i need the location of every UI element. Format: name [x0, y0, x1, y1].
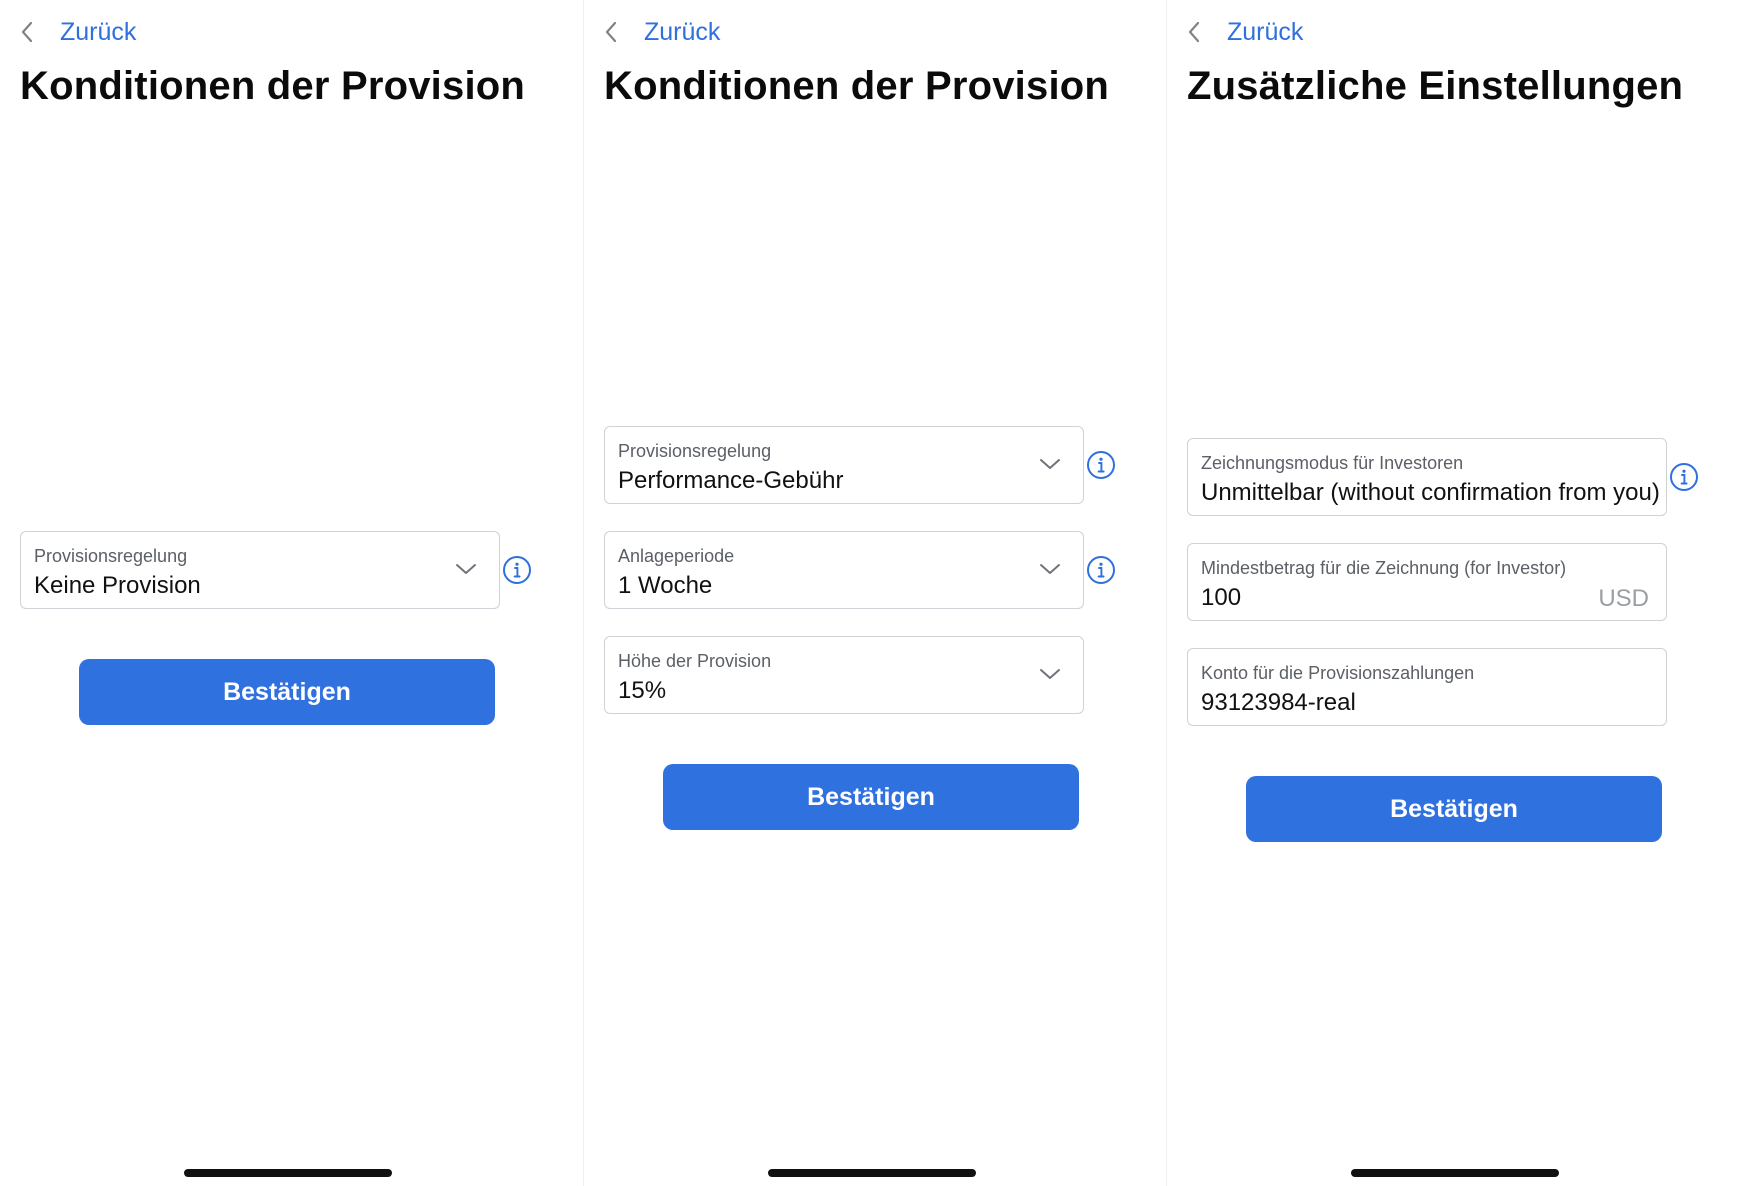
field-value: Keine Provision [34, 572, 201, 599]
subscription-mode-select[interactable]: Zeichnungsmodus für Investoren Unmittelb… [1187, 438, 1667, 516]
chevron-down-icon [1040, 459, 1060, 469]
field-value: Unmittelbar (without confirmation from y… [1201, 479, 1660, 506]
chevron-down-icon [1040, 669, 1060, 679]
chevron-down-icon [456, 564, 476, 574]
back-label: Zurück [644, 17, 721, 46]
commission-account-select[interactable]: Konto für die Provisionszahlungen 931239… [1187, 648, 1667, 726]
info-icon[interactable] [1086, 555, 1116, 585]
commission-amount-select[interactable]: Höhe der Provision 15% [604, 636, 1084, 714]
confirm-button[interactable]: Bestätigen [79, 659, 495, 725]
screen-commission-performance: Zurück Konditionen der Provision Provisi… [583, 0, 1166, 1186]
field-label: Zeichnungsmodus für Investoren [1201, 453, 1464, 473]
commission-scheme-select[interactable]: Provisionsregelung Performance-Gebühr [604, 426, 1084, 504]
field-value: 100 [1201, 584, 1242, 611]
back-button[interactable]: Zurück [1187, 14, 1303, 50]
field-label: Anlageperiode [618, 546, 735, 566]
field-value: 93123984-real [1201, 689, 1356, 716]
home-indicator [1351, 1169, 1559, 1177]
chevron-down-icon [1040, 564, 1060, 574]
field-label: Mindestbetrag für die Zeichnung (for Inv… [1201, 558, 1567, 578]
back-button[interactable]: Zurück [604, 14, 720, 50]
page-title: Konditionen der Provision [20, 64, 526, 108]
back-label: Zurück [60, 17, 137, 46]
confirm-button[interactable]: Bestätigen [663, 764, 1079, 830]
screen-additional-settings: Zurück Zusätzliche Einstellungen Zeichnu… [1166, 0, 1748, 1186]
field-label: Provisionsregelung [618, 441, 772, 461]
field-value: 15% [618, 677, 667, 704]
field-label: Provisionsregelung [34, 546, 188, 566]
chevron-left-icon [1188, 21, 1200, 43]
home-indicator [184, 1169, 392, 1177]
info-icon[interactable] [502, 555, 532, 585]
page-title: Zusätzliche Einstellungen [1187, 64, 1684, 108]
chevron-left-icon [21, 21, 33, 43]
field-label: Höhe der Provision [618, 651, 772, 671]
currency-unit: USD [1598, 585, 1649, 612]
info-icon[interactable] [1669, 462, 1699, 492]
screen-commission-none: Zurück Konditionen der Provision Provisi… [0, 0, 582, 1186]
field-value: 1 Woche [618, 572, 713, 599]
home-indicator [768, 1169, 976, 1177]
chevron-left-icon [605, 21, 617, 43]
page-title: Konditionen der Provision [604, 64, 1110, 108]
investment-period-select[interactable]: Anlageperiode 1 Woche [604, 531, 1084, 609]
field-value: Performance-Gebühr [618, 467, 844, 494]
back-button[interactable]: Zurück [20, 14, 136, 50]
minimum-subscription-input[interactable]: Mindestbetrag für die Zeichnung (for Inv… [1187, 543, 1667, 621]
back-label: Zurück [1227, 17, 1304, 46]
info-icon[interactable] [1086, 450, 1116, 480]
commission-scheme-select[interactable]: Provisionsregelung Keine Provision [20, 531, 500, 609]
confirm-button[interactable]: Bestätigen [1246, 776, 1662, 842]
field-label: Konto für die Provisionszahlungen [1201, 663, 1475, 683]
